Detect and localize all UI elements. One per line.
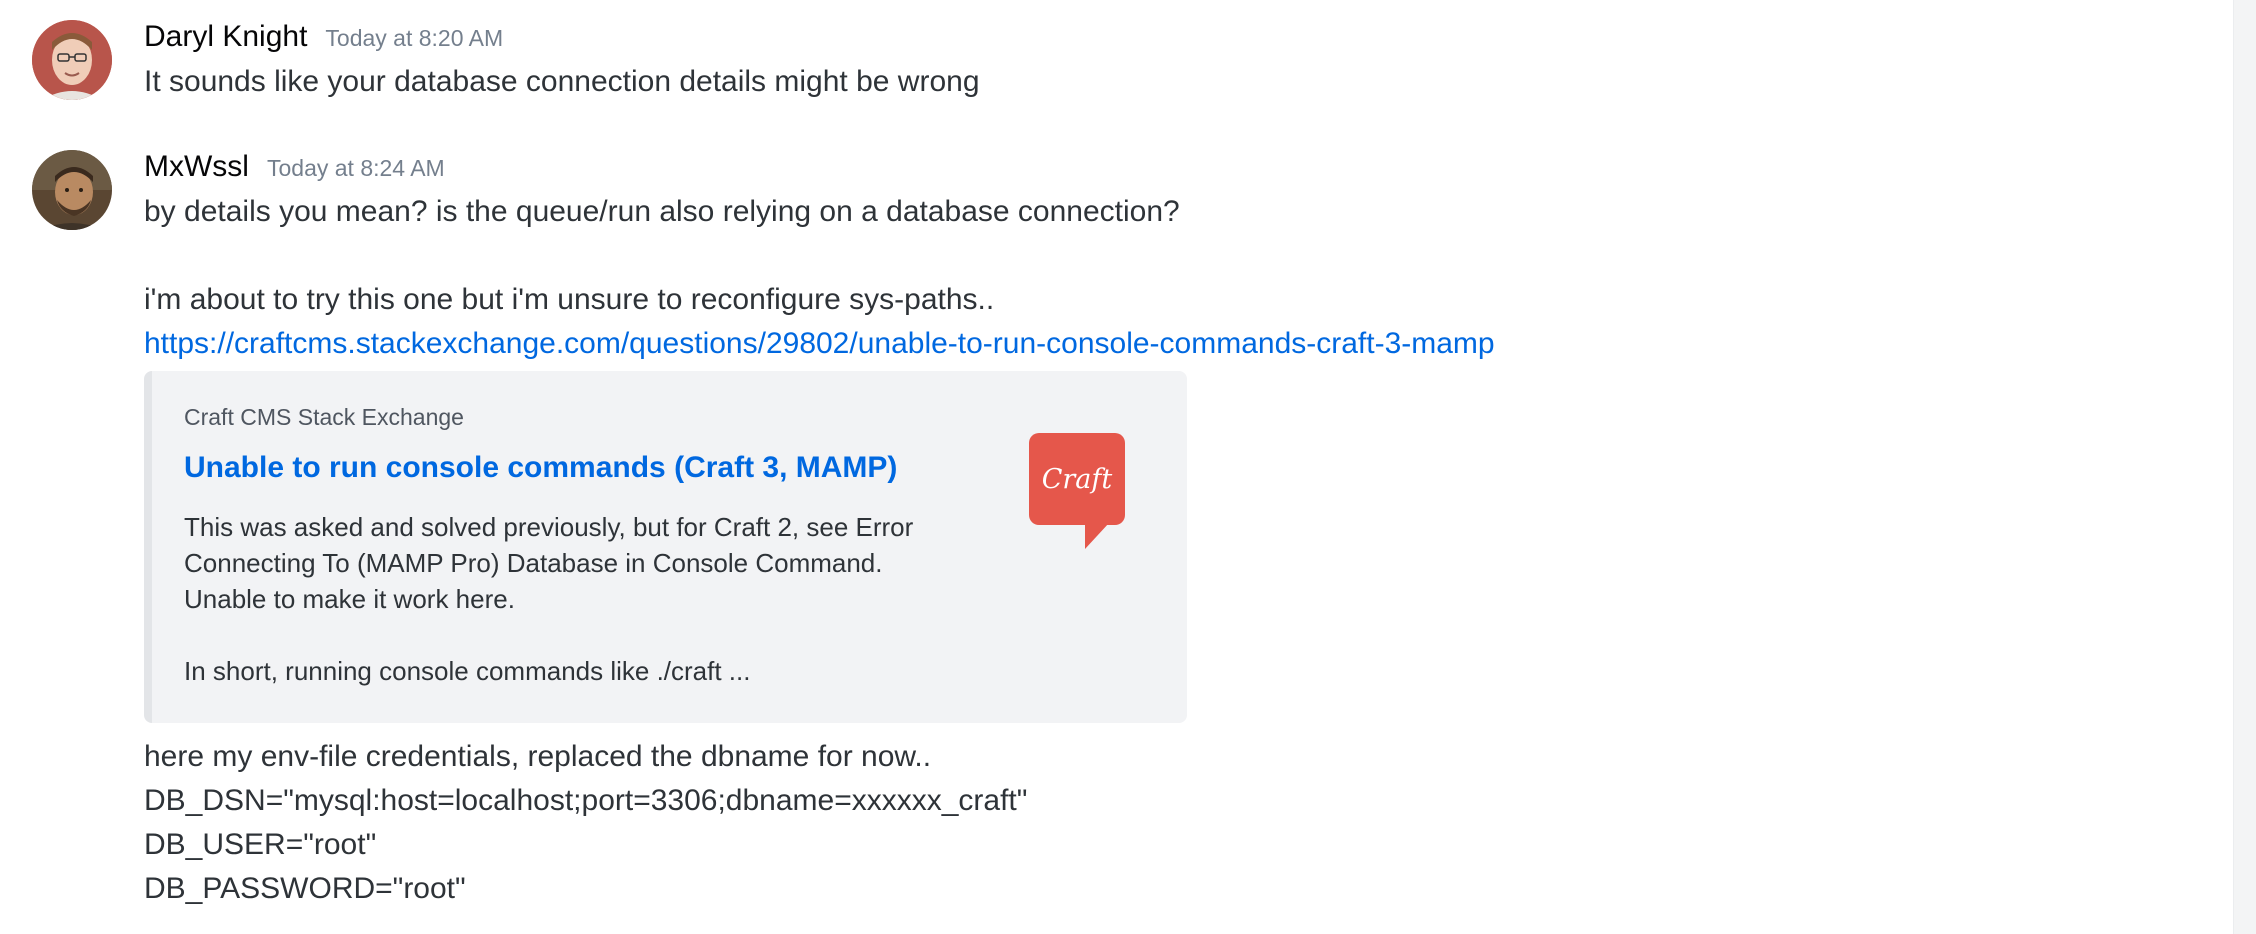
message-text: DB_DSN="mysql:host=localhost;port=3306;d… bbox=[144, 784, 1028, 817]
avatar-daryl-knight bbox=[32, 20, 112, 100]
embed-description-line bbox=[184, 617, 913, 653]
scrollbar[interactable] bbox=[2233, 0, 2256, 934]
username[interactable]: MxWssl bbox=[144, 150, 249, 184]
embed-provider[interactable]: Craft CMS Stack Exchange bbox=[184, 404, 464, 431]
craft-logo-icon[interactable]: Craft bbox=[1029, 433, 1125, 549]
avatar-mxwssl bbox=[32, 150, 112, 230]
message-text: It sounds like your database connection … bbox=[144, 65, 980, 98]
thumbnail-text: Craft bbox=[1042, 464, 1113, 495]
message-header: Daryl Knight Today at 8:20 AM bbox=[144, 20, 503, 60]
message-link-line: https://craftcms.stackexchange.com/quest… bbox=[144, 322, 1495, 366]
embed-description-line: Connecting To (MAMP Pro) Database in Con… bbox=[184, 548, 883, 578]
timestamp: Today at 8:20 AM bbox=[325, 25, 504, 51]
embed-title-link[interactable]: Unable to run console commands (Craft 3,… bbox=[184, 451, 897, 485]
message-header: MxWssl Today at 8:24 AM bbox=[144, 150, 445, 190]
message-text: by details you mean? is the queue/run al… bbox=[144, 195, 1180, 228]
chat-messages: Daryl Knight Today at 8:20 AM It sounds … bbox=[0, 0, 2232, 934]
avatar[interactable] bbox=[32, 150, 112, 230]
embed-description-line: Unable to make it work here. bbox=[184, 584, 515, 614]
message-group: Daryl Knight Today at 8:20 AM It sounds … bbox=[0, 20, 2200, 110]
embed-description: This was asked and solved previously, bu… bbox=[184, 509, 913, 689]
username[interactable]: Daryl Knight bbox=[144, 20, 307, 54]
timestamp: Today at 8:24 AM bbox=[266, 155, 445, 181]
message-text: i'm about to try this one but i'm unsure… bbox=[144, 283, 995, 316]
avatar[interactable] bbox=[32, 20, 112, 100]
message-text: DB_PASSWORD="root" bbox=[144, 872, 466, 905]
embed-description-line: In short, running console commands like … bbox=[184, 656, 751, 686]
embed-thumbnail: Craft bbox=[1029, 433, 1125, 549]
message-link[interactable]: https://craftcms.stackexchange.com/quest… bbox=[144, 327, 1495, 360]
message-text: here my env-file credentials, replaced t… bbox=[144, 740, 932, 773]
link-embed: Craft CMS Stack Exchange Unable to run c… bbox=[144, 371, 1187, 723]
message-text: DB_USER="root" bbox=[144, 828, 377, 861]
embed-description-line: This was asked and solved previously, bu… bbox=[184, 512, 914, 542]
